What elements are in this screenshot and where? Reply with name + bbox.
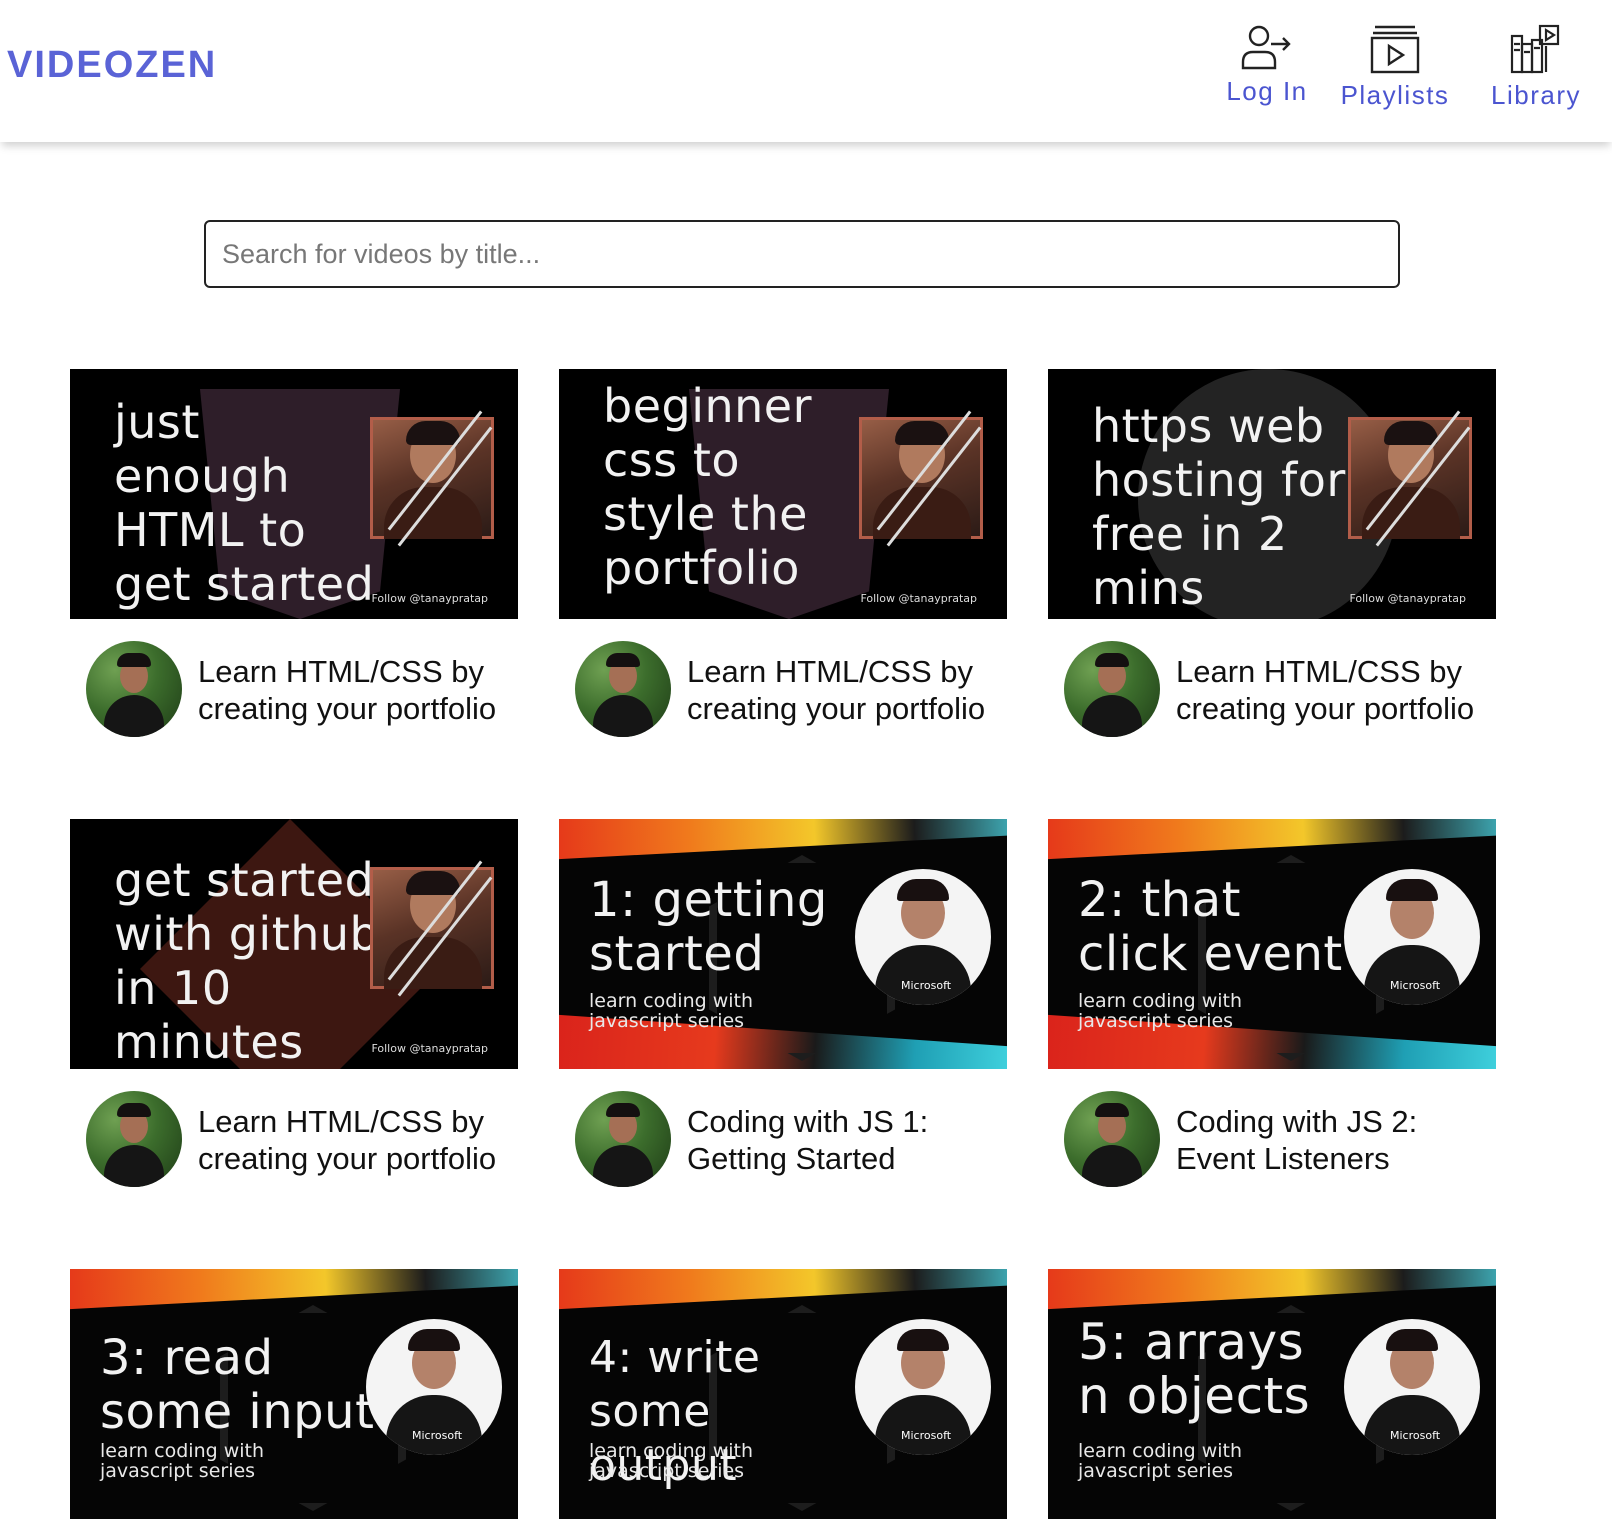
video-card[interactable]: 3: read some input learn coding with jav… — [70, 1269, 518, 1519]
thumbnail-text: beginner css to style the portfolio — [603, 379, 813, 595]
library-icon — [1510, 24, 1560, 74]
decor-band — [1048, 819, 1496, 861]
nav-login-label: Log In — [1226, 76, 1308, 106]
video-title[interactable]: Learn HTML/CSS by creating your portfoli… — [198, 653, 508, 727]
thumbnail-text: get started with github in 10 minutes — [114, 853, 380, 1069]
thumbnail-text: https web hosting for free in 2 mins — [1092, 399, 1346, 615]
video-thumbnail[interactable]: just enough HTML to get started Follow @… — [70, 369, 518, 619]
nav-library-label: Library — [1491, 80, 1581, 110]
thumbnail-subtitle: learn coding with javascript series — [589, 1440, 754, 1482]
nav-playlists[interactable]: Playlists — [1334, 24, 1456, 111]
microsoft-badge: Microsoft — [1390, 1429, 1441, 1442]
presenter-photo — [370, 417, 494, 539]
video-card[interactable]: get started with github in 10 minutes Fo… — [70, 819, 518, 1187]
nav-library[interactable]: Library — [1484, 24, 1588, 111]
video-title[interactable]: Coding with JS 2: Event Listeners — [1176, 1103, 1486, 1177]
thumbnail-subtitle: learn coding with javascript series — [1078, 1440, 1243, 1482]
video-thumbnail[interactable]: https web hosting for free in 2 mins Fol… — [1048, 369, 1496, 619]
video-card[interactable]: beginner css to style the portfolio Foll… — [559, 369, 1007, 737]
video-card[interactable]: 2: that click event learn coding with ja… — [1048, 819, 1496, 1187]
channel-avatar — [1064, 1091, 1160, 1187]
presenter-photo — [859, 417, 983, 539]
nav-playlists-label: Playlists — [1340, 80, 1450, 110]
top-navbar: VIDEOZEN Log In Playlists Library — [0, 0, 1612, 142]
video-title[interactable]: Coding with JS 1: Getting Started — [687, 1103, 997, 1177]
microsoft-badge: Microsoft — [412, 1429, 463, 1442]
video-thumbnail[interactable]: 2: that click event learn coding with ja… — [1048, 819, 1496, 1069]
microsoft-badge: Microsoft — [1390, 979, 1441, 992]
video-title[interactable]: Learn HTML/CSS by creating your portfoli… — [687, 653, 997, 727]
playlist-icon — [1370, 25, 1420, 74]
thumbnail-follow-text: Follow @tanaypratap — [860, 592, 977, 605]
thumbnail-text: 2: that click event — [1078, 872, 1343, 982]
thumbnail-text: 3: read some input — [100, 1330, 375, 1440]
video-grid: just enough HTML to get started Follow @… — [0, 0, 1612, 1519]
video-card[interactable]: just enough HTML to get started Follow @… — [70, 369, 518, 737]
decor-band — [559, 1269, 1007, 1311]
thumbnail-follow-text: Follow @tanaypratap — [371, 592, 488, 605]
channel-avatar — [575, 1091, 671, 1187]
thumbnail-subtitle: learn coding with javascript series — [100, 1440, 265, 1482]
video-card[interactable]: 1: getting started learn coding with jav… — [559, 819, 1007, 1187]
decor-band — [1048, 1269, 1496, 1311]
presenter-photo — [370, 867, 494, 989]
thumbnail-text: 5: arrays n objects — [1078, 1313, 1311, 1425]
video-card[interactable]: 5: arrays n objects learn coding with ja… — [1048, 1269, 1496, 1519]
video-title[interactable]: Learn HTML/CSS by creating your portfoli… — [198, 1103, 508, 1177]
thumbnail-subtitle: learn coding with javascript series — [1078, 990, 1243, 1032]
video-thumbnail[interactable]: 4: write some output learn coding with j… — [559, 1269, 1007, 1519]
channel-avatar — [86, 1091, 182, 1187]
decor-band — [559, 819, 1007, 861]
brand-logo[interactable]: VIDEOZEN — [7, 44, 217, 87]
thumbnail-text: 1: getting started — [589, 872, 828, 982]
video-thumbnail[interactable]: 5: arrays n objects learn coding with ja… — [1048, 1269, 1496, 1519]
microsoft-badge: Microsoft — [901, 1429, 952, 1442]
channel-avatar — [575, 641, 671, 737]
video-thumbnail[interactable]: 1: getting started learn coding with jav… — [559, 819, 1007, 1069]
user-login-icon — [1241, 25, 1291, 70]
presenter-photo — [1348, 417, 1472, 539]
channel-avatar — [86, 641, 182, 737]
microsoft-badge: Microsoft — [901, 979, 952, 992]
thumbnail-text: just enough HTML to get started — [114, 395, 375, 611]
thumbnail-subtitle: learn coding with javascript series — [589, 990, 754, 1032]
nav-login[interactable]: Log In — [1224, 24, 1310, 107]
video-thumbnail[interactable]: get started with github in 10 minutes Fo… — [70, 819, 518, 1069]
channel-avatar — [1064, 641, 1160, 737]
thumbnail-follow-text: Follow @tanaypratap — [371, 1042, 488, 1055]
decor-band — [70, 1269, 518, 1311]
thumbnail-follow-text: Follow @tanaypratap — [1349, 592, 1466, 605]
video-card[interactable]: 4: write some output learn coding with j… — [559, 1269, 1007, 1519]
video-thumbnail[interactable]: 3: read some input learn coding with jav… — [70, 1269, 518, 1519]
video-title[interactable]: Learn HTML/CSS by creating your portfoli… — [1176, 653, 1486, 727]
video-thumbnail[interactable]: beginner css to style the portfolio Foll… — [559, 369, 1007, 619]
video-card[interactable]: https web hosting for free in 2 mins Fol… — [1048, 369, 1496, 737]
